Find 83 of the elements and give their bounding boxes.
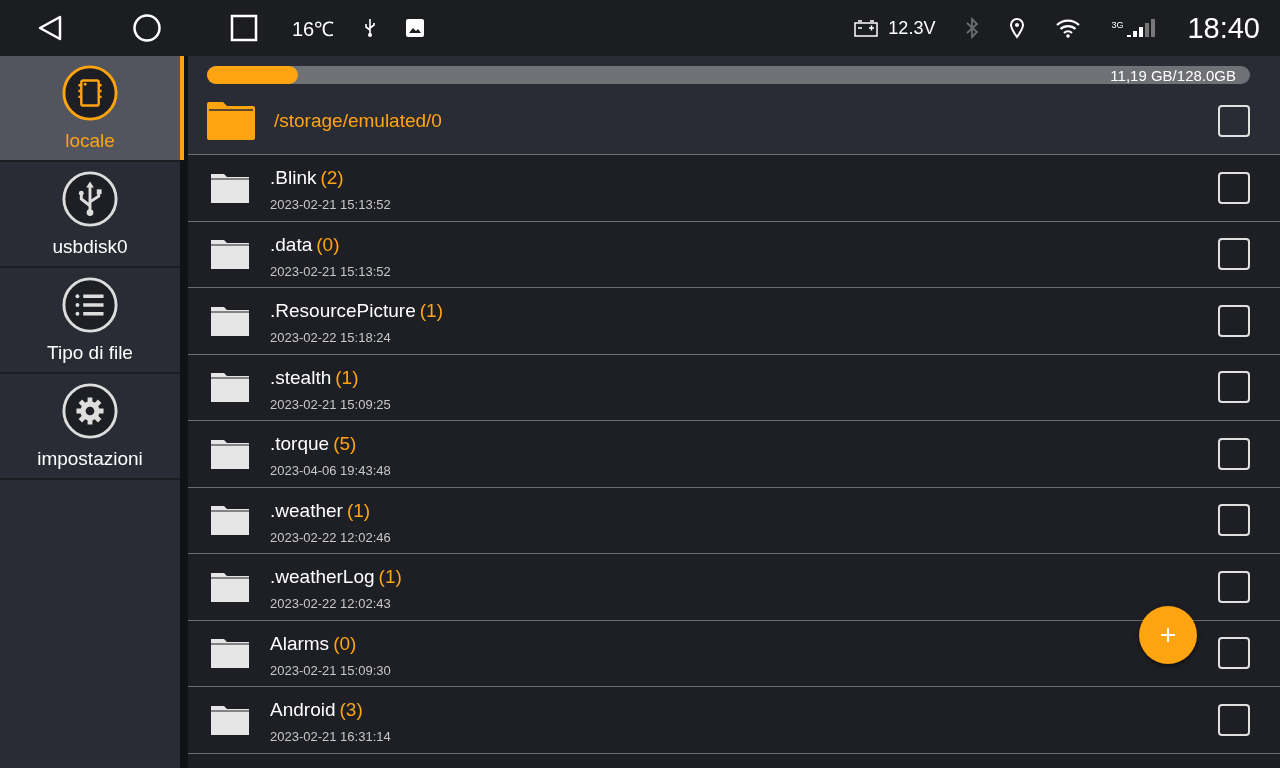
current-path: /storage/emulated/0 — [274, 110, 443, 132]
settings-icon — [61, 382, 119, 440]
bluetooth-icon — [965, 17, 980, 39]
sidebar-item[interactable]: usbdisk0 — [0, 162, 180, 268]
chip-icon — [61, 64, 119, 122]
modified-date: 2023-02-21 15:09:25 — [270, 396, 392, 412]
folder-icon — [211, 438, 249, 469]
folder-row[interactable]: .weather (1) 2023-02-22 12:02:46 — [188, 487, 1280, 554]
folder-icon — [207, 102, 255, 140]
sidebar-label: impostazioni — [37, 448, 143, 470]
checkbox[interactable] — [1218, 371, 1250, 404]
location-icon — [1009, 17, 1026, 39]
folder-icon — [211, 505, 249, 536]
modified-date: 2023-02-21 15:13:52 — [270, 197, 392, 213]
plus-icon — [1160, 627, 1176, 643]
add-button[interactable] — [1139, 606, 1197, 664]
recents-icon[interactable] — [230, 14, 258, 42]
temperature: 16℃ — [292, 16, 335, 42]
item-count: (3) — [339, 699, 363, 721]
folder-name: .stealth — [270, 366, 332, 388]
checkbox[interactable] — [1218, 238, 1250, 271]
wifi-icon — [1055, 18, 1082, 38]
checkbox[interactable] — [1218, 703, 1250, 736]
checkbox[interactable] — [1218, 105, 1250, 137]
folder-name: .Blink — [270, 167, 317, 189]
checkbox[interactable] — [1218, 637, 1250, 670]
checkbox[interactable] — [1218, 504, 1250, 537]
usb-icon — [364, 18, 377, 38]
storage-reading: 11,19 GB/128.0GB — [1110, 66, 1237, 84]
folder-name: .data — [270, 233, 313, 255]
usb-icon — [61, 170, 119, 228]
item-count: (1) — [419, 300, 443, 322]
folder-name: Alarms — [270, 632, 330, 654]
modified-date: 2023-02-21 15:09:30 — [270, 662, 392, 678]
item-count: (0) — [316, 233, 340, 255]
modified-date: 2023-02-21 15:13:52 — [270, 263, 392, 279]
folder-name: .ResourcePicture — [270, 300, 416, 322]
home-icon[interactable] — [132, 13, 162, 43]
item-count: (1) — [335, 366, 359, 388]
folder-name: .torque — [270, 433, 330, 455]
list-icon — [61, 276, 119, 334]
folder-row[interactable]: .ResourcePicture (1) 2023-02-22 15:18:24 — [188, 288, 1280, 355]
item-count: (1) — [378, 566, 402, 588]
sidebar-label: Tipo di file — [47, 342, 133, 364]
battery-icon — [854, 19, 879, 37]
network-type: 3G — [1111, 20, 1124, 30]
checkbox[interactable] — [1218, 171, 1250, 204]
modified-date: 2023-04-06 19:43:48 — [270, 463, 392, 479]
sidebar-item[interactable]: impostazioni — [0, 374, 180, 480]
modified-date: 2023-02-22 15:18:24 — [270, 330, 392, 346]
checkbox[interactable] — [1218, 570, 1250, 603]
folder-row[interactable]: .stealth (1) 2023-02-21 15:09:25 — [188, 354, 1280, 421]
folder-name: .weather — [270, 499, 343, 521]
clock: 18:40 — [1187, 11, 1260, 45]
item-count: (1) — [346, 499, 371, 521]
folder-name: Android — [270, 699, 336, 721]
folder-name: .weatherLog — [270, 566, 375, 588]
folder-icon — [211, 372, 249, 403]
cell-signal-icon — [1125, 18, 1158, 38]
folder-icon — [211, 305, 249, 336]
back-icon[interactable] — [36, 14, 64, 42]
folder-row[interactable]: .Blink (2) 2023-02-21 15:13:52 — [188, 155, 1280, 222]
sidebar-item[interactable]: Tipo di file — [0, 268, 180, 374]
folder-icon — [211, 172, 249, 203]
folder-row[interactable]: .data (0) 2023-02-21 15:13:52 — [188, 221, 1280, 288]
folder-row[interactable]: .torque (5) 2023-04-06 19:43:48 — [188, 421, 1280, 488]
folder-icon — [211, 571, 249, 602]
item-count: (2) — [320, 167, 344, 189]
modified-date: 2023-02-22 12:02:46 — [270, 529, 392, 545]
checkbox[interactable] — [1218, 437, 1250, 470]
sidebar-label: locale — [65, 130, 115, 152]
item-count: (5) — [333, 433, 357, 455]
modified-date: 2023-02-22 12:02:43 — [270, 596, 392, 612]
checkbox[interactable] — [1218, 304, 1250, 337]
folder-row[interactable]: Android (3) 2023-02-21 16:31:14 — [188, 687, 1280, 754]
item-count: (0) — [333, 632, 357, 654]
voltage: 12.3V — [888, 17, 936, 39]
modified-date: 2023-02-21 16:31:14 — [270, 729, 392, 745]
folder-icon — [211, 704, 249, 735]
folder-icon — [211, 239, 249, 270]
folder-icon — [211, 638, 249, 669]
sidebar-label: usbdisk0 — [52, 236, 128, 258]
image-icon — [406, 19, 425, 37]
